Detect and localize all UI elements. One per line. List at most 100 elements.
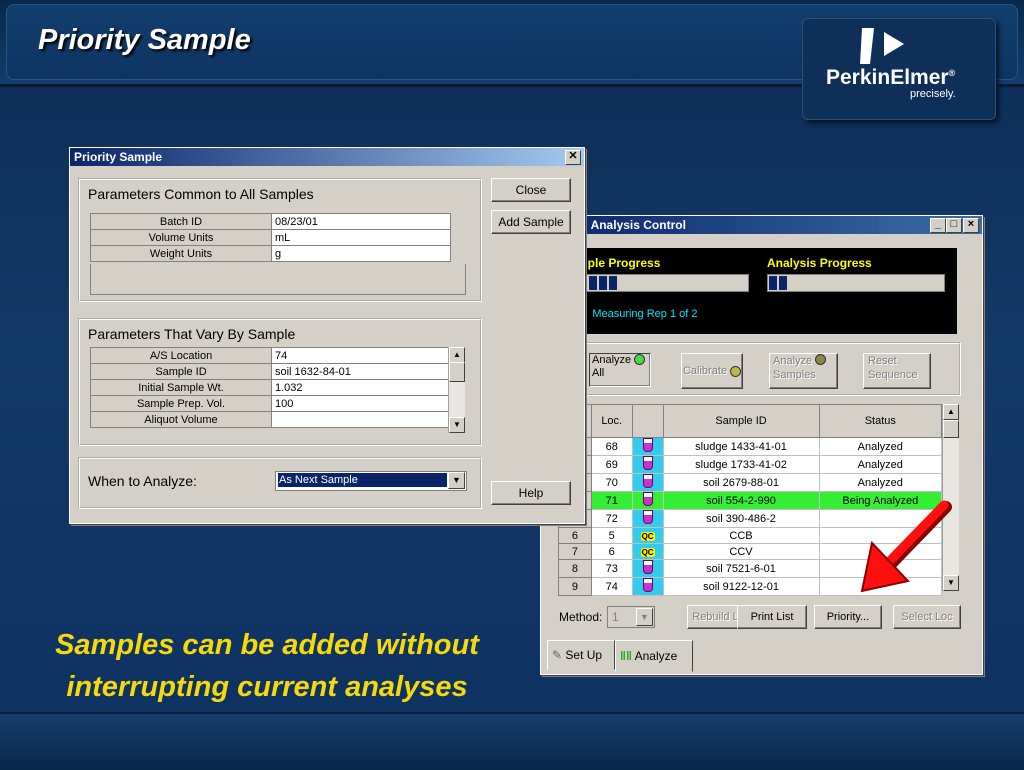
table-row[interactable]: 68 sludge 1433-41-01 Analyzed bbox=[558, 437, 943, 456]
table-row[interactable]: 69 sludge 1733-41-02 Analyzed bbox=[558, 455, 943, 474]
row-number-cell: 6 bbox=[558, 527, 592, 544]
sample-id-cell: soil 9122-12-01 bbox=[662, 577, 820, 596]
parameter-label: Aliquot Volume bbox=[90, 411, 272, 428]
print-list-button[interactable]: Print List bbox=[737, 605, 807, 629]
close-button[interactable]: Close bbox=[491, 178, 571, 202]
led-icon bbox=[815, 354, 827, 365]
progress-block bbox=[599, 276, 607, 290]
vary-parameters-title: Parameters That Vary By Sample bbox=[88, 326, 296, 342]
qc-icon: QC bbox=[640, 547, 655, 557]
tab-setup[interactable]: ✎ Set Up bbox=[547, 640, 615, 670]
step-status: p: Measuring Rep 1 of 2 bbox=[577, 308, 698, 320]
parameter-value-field[interactable]: 100 bbox=[271, 395, 451, 412]
row-number-cell: 9 bbox=[558, 577, 592, 596]
chevron-down-icon[interactable]: ▼ bbox=[448, 472, 465, 489]
analyze-samples-button[interactable]: Analyze Samples bbox=[769, 353, 838, 389]
parameter-row: Sample ID soil 1632-84-01 bbox=[90, 363, 451, 380]
table-row[interactable]: 70 soil 2679-88-01 Analyzed bbox=[558, 473, 943, 492]
sample-id-cell: soil 554-2-990 bbox=[662, 491, 820, 510]
analyze-all-button[interactable]: Analyze All bbox=[589, 353, 651, 387]
parameter-label: Sample Prep. Vol. bbox=[90, 395, 272, 412]
sample-id-cell: sludge 1433-41-01 bbox=[662, 437, 820, 456]
calibrate-button[interactable]: Calibrate bbox=[681, 353, 743, 389]
slide-title: Priority Sample bbox=[38, 24, 251, 56]
row-number-cell: 7 bbox=[558, 543, 592, 560]
test-tube-icon bbox=[642, 438, 653, 452]
footer-band bbox=[0, 712, 1024, 770]
parameter-label: Weight Units bbox=[90, 245, 272, 262]
parameter-value-field[interactable]: 74 bbox=[271, 347, 451, 364]
method-label: Method: bbox=[559, 610, 603, 624]
sample-id-cell: CCB bbox=[662, 527, 820, 544]
loc-cell: 69 bbox=[590, 455, 633, 474]
logo-name: PerkinElmer® bbox=[826, 66, 956, 89]
loc-column-header[interactable]: Loc. bbox=[590, 404, 633, 438]
method-select[interactable]: 1 ▼ bbox=[607, 606, 655, 628]
status-cell: Analyzed bbox=[818, 437, 943, 456]
loc-cell: 72 bbox=[590, 509, 633, 528]
parameter-value-field[interactable]: 1.032 bbox=[271, 379, 451, 396]
common-table-blank-area bbox=[90, 264, 466, 295]
parameter-label: Sample ID bbox=[90, 363, 272, 380]
vary-parameters-table: A/S Location 74 Sample ID soil 1632-84-01 In… bbox=[90, 347, 451, 428]
scroll-down-icon[interactable]: ▼ bbox=[449, 417, 465, 433]
maximize-button[interactable]: □ bbox=[946, 218, 962, 233]
sample-id-cell: sludge 1733-41-02 bbox=[662, 455, 820, 474]
add-sample-button[interactable]: Add Sample bbox=[491, 210, 571, 234]
select-loc-button[interactable]: Select Loc bbox=[893, 605, 961, 629]
test-tube-icon bbox=[642, 456, 653, 470]
parameter-label: A/S Location bbox=[90, 347, 272, 364]
common-parameters-table: Batch ID 08/23/01 Volume Units mL Weight Uni… bbox=[90, 213, 451, 262]
tube-cell: QC bbox=[631, 543, 664, 560]
automated-analysis-control-window: omated Analysis Control _ □ × mple Progr… bbox=[540, 215, 983, 675]
when-to-analyze-group: When to Analyze: As Next Sample ▼ bbox=[78, 457, 482, 509]
parameter-row: Volume Units mL bbox=[90, 229, 451, 246]
loc-cell: 70 bbox=[590, 473, 633, 492]
vary-table-scrollbar[interactable]: ▲ ▼ bbox=[448, 347, 465, 433]
chevron-down-icon[interactable]: ▼ bbox=[636, 608, 653, 626]
parameter-row: Weight Units g bbox=[90, 245, 451, 262]
parameter-value-field[interactable] bbox=[271, 411, 451, 428]
priority-button[interactable]: Priority... bbox=[814, 605, 882, 629]
scroll-up-icon[interactable]: ▲ bbox=[449, 347, 465, 363]
scroll-thumb[interactable] bbox=[449, 362, 465, 382]
common-parameters-group: Parameters Common to All Samples Batch I… bbox=[78, 178, 482, 302]
parameter-label: Batch ID bbox=[90, 213, 272, 230]
tab-analyze[interactable]: ǁǁ Analyze bbox=[615, 640, 693, 672]
scroll-up-icon[interactable]: ▲ bbox=[943, 404, 959, 420]
setup-wrench-icon: ✎ bbox=[552, 648, 563, 662]
minimize-button[interactable]: _ bbox=[930, 218, 946, 233]
when-to-analyze-label: When to Analyze: bbox=[88, 473, 197, 489]
tube-cell: QC bbox=[631, 527, 664, 544]
progress-block bbox=[589, 276, 597, 290]
parameter-value-field[interactable]: mL bbox=[271, 229, 451, 246]
logo-tagline: precisely. bbox=[910, 88, 956, 100]
test-tube-icon bbox=[642, 578, 653, 592]
status-column-header[interactable]: Status bbox=[818, 404, 943, 438]
scroll-thumb[interactable] bbox=[943, 420, 959, 438]
tube-cell bbox=[631, 577, 664, 596]
sample-id-cell: soil 2679-88-01 bbox=[662, 473, 820, 492]
test-tube-icon bbox=[642, 560, 653, 574]
tube-cell bbox=[631, 473, 664, 492]
sample-progress-bar bbox=[577, 274, 749, 292]
parameter-value-field[interactable]: 08/23/01 bbox=[271, 213, 451, 230]
reset-sequence-button[interactable]: Reset Sequence bbox=[863, 353, 931, 389]
parameter-row: A/S Location 74 bbox=[90, 347, 451, 364]
perkinelmer-logo-icon bbox=[860, 28, 904, 64]
close-icon[interactable]: ✕ bbox=[565, 150, 581, 165]
sample-id-column-header[interactable]: Sample ID bbox=[662, 404, 820, 438]
loc-cell: 68 bbox=[590, 437, 633, 456]
help-button[interactable]: Help bbox=[491, 481, 571, 505]
when-to-analyze-select[interactable]: As Next Sample ▼ bbox=[275, 471, 467, 491]
parameter-row: Aliquot Volume bbox=[90, 411, 451, 428]
tube-cell bbox=[631, 455, 664, 474]
priority-sample-dialog: Priority Sample ✕ Parameters Common to A… bbox=[69, 147, 585, 524]
led-icon bbox=[730, 365, 742, 377]
parameter-value-field[interactable]: g bbox=[271, 245, 451, 262]
aac-titlebar[interactable]: omated Analysis Control _ □ × bbox=[541, 216, 982, 234]
parameter-label: Initial Sample Wt. bbox=[90, 379, 272, 396]
close-button[interactable]: × bbox=[963, 218, 979, 233]
parameter-value-field[interactable]: soil 1632-84-01 bbox=[271, 363, 451, 380]
priority-dialog-titlebar[interactable]: Priority Sample ✕ bbox=[70, 148, 584, 166]
